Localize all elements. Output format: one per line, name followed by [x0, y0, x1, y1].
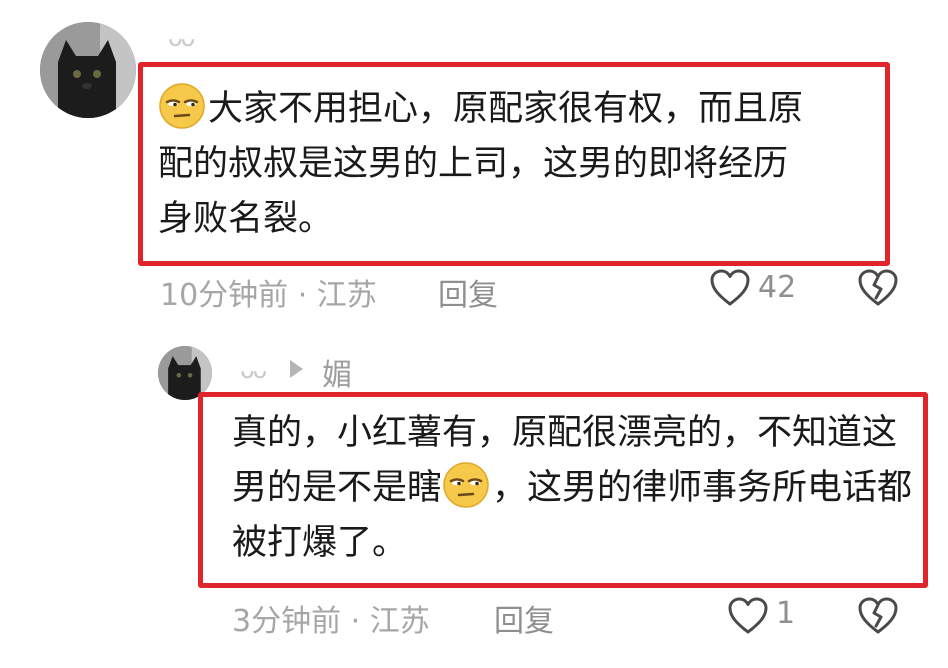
reply-to-username[interactable]: 媚	[322, 350, 352, 394]
cat-avatar-icon	[40, 22, 136, 118]
smirk-face-icon	[442, 461, 490, 509]
reply-username[interactable]: ᴗᴗ	[240, 356, 267, 384]
comment-text: 大家不用担心，原配家很有权，而且原 配的叔叔是这男的上司，这男的即将经历 身败名裂。	[158, 82, 884, 247]
like-count: 1	[776, 596, 796, 631]
like-count: 42	[758, 270, 797, 305]
dislike-broken-heart-icon[interactable]	[856, 266, 900, 310]
reply-arrow-icon	[290, 360, 303, 378]
avatar[interactable]	[40, 22, 136, 118]
like-heart-icon[interactable]	[726, 594, 770, 638]
reply-button[interactable]: 回复	[438, 270, 498, 314]
comment-time-location: 10分钟前 · 江苏	[160, 278, 377, 313]
smirk-face-icon	[158, 82, 206, 130]
reply-text: 真的，小红薯有，原配很漂亮的，不知道这男的是不是瞎 ，这男的律师事务所电话都被打爆…	[232, 413, 913, 563]
like-heart-icon[interactable]	[708, 266, 752, 310]
reply-button[interactable]: 回复	[494, 596, 554, 640]
username[interactable]: ᴗᴗ	[168, 24, 195, 52]
reply-time-location: 3分钟前 · 江苏	[232, 604, 430, 639]
dislike-broken-heart-icon[interactable]	[856, 594, 900, 638]
